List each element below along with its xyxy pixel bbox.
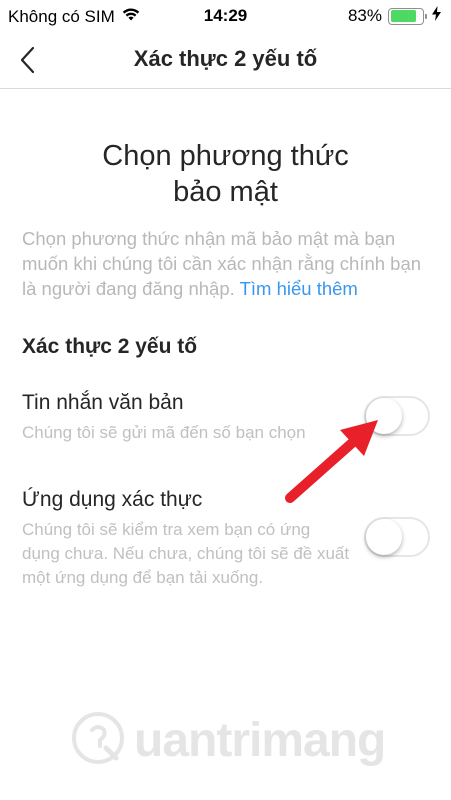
option-text-message-title: Tin nhắn văn bản xyxy=(22,391,184,414)
section-title: Xác thực 2 yếu tố xyxy=(22,335,198,358)
description: Chọn phương thức nhận mã bảo mật mà bạn … xyxy=(22,226,437,301)
watermark-text: uantrimang xyxy=(134,713,386,767)
battery-fill xyxy=(390,10,417,22)
screen-heading: Chọn phương thức bảo mật xyxy=(40,138,411,210)
page-title: Xác thực 2 yếu tố xyxy=(133,46,318,71)
description-text: Chọn phương thức nhận mã bảo mật mà bạn … xyxy=(22,228,422,299)
battery-icon xyxy=(388,7,427,25)
watermark-logo: uantrimang xyxy=(70,710,386,771)
status-bar: Không có SIM 14:29 83% xyxy=(0,0,451,32)
toggle-knob xyxy=(366,519,402,555)
authenticator-toggle[interactable] xyxy=(364,517,430,557)
bolt-icon xyxy=(432,6,441,26)
option-authenticator-title: Ứng dụng xác thực xyxy=(22,488,203,511)
navigation-bar: Xác thực 2 yếu tố xyxy=(0,32,451,89)
option-authenticator-desc: Chúng tôi sẽ kiểm tra xem bạn có ứng dụn… xyxy=(22,520,350,587)
red-arrow-icon xyxy=(280,410,390,510)
watermark-icon xyxy=(70,710,126,771)
heading-line-1: Chọn phương thức xyxy=(102,140,349,172)
heading-line-2: bảo mật xyxy=(173,176,278,208)
status-right: 83% xyxy=(348,6,441,26)
learn-more-link[interactable]: Tìm hiểu thêm xyxy=(240,278,358,299)
battery-percent: 83% xyxy=(347,6,382,25)
